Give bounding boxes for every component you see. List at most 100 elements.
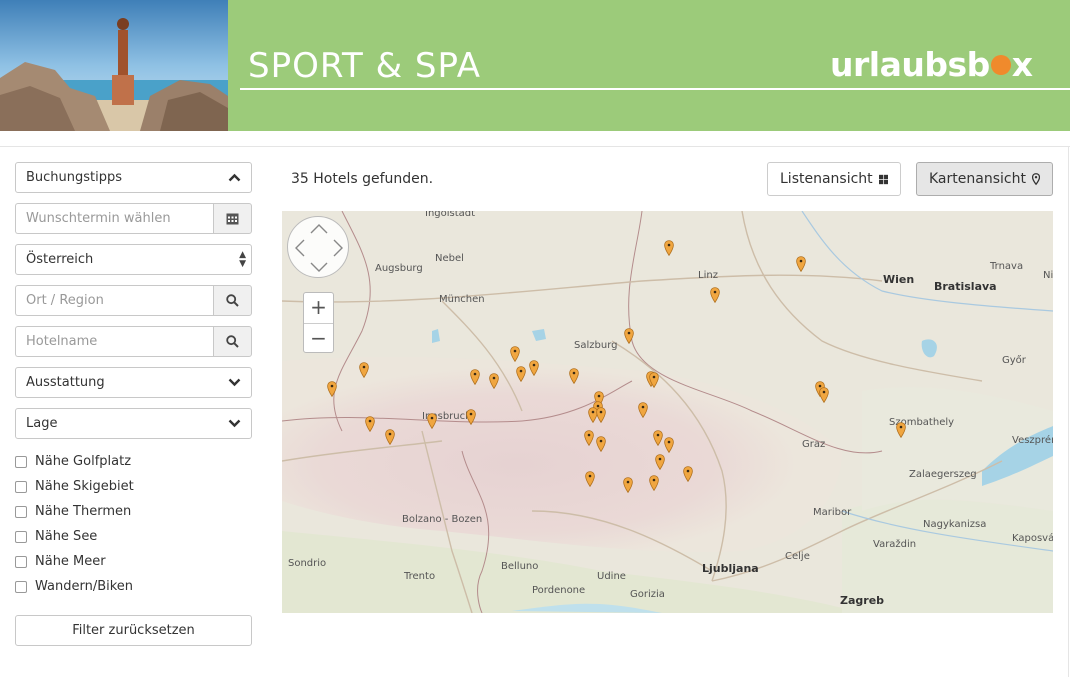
checkbox[interactable]: [15, 455, 27, 468]
map-label: Ingolstadt: [425, 211, 476, 219]
checkbox-thermal[interactable]: Nähe Thermen: [15, 499, 252, 524]
region-search-group: Ort / Region: [15, 285, 252, 316]
map-label: Ljubljana: [702, 562, 759, 575]
grid-icon: [878, 174, 888, 184]
hotel-map-marker-icon[interactable]: [427, 413, 437, 429]
map-zoom-control: + −: [303, 292, 334, 353]
map-label: Maribor: [813, 507, 852, 518]
urlaubsbox-logo[interactable]: urlaubsb x: [830, 45, 1033, 84]
map-label: Augsburg: [375, 263, 423, 274]
map-label: Gorizia: [630, 589, 665, 600]
hotel-map-marker-icon[interactable]: [896, 422, 906, 438]
map-pan-control[interactable]: [287, 216, 349, 278]
map-label: Zagreb: [840, 594, 885, 607]
region-search-button[interactable]: [213, 285, 252, 316]
hotel-map-marker-icon[interactable]: [470, 369, 480, 385]
hotel-map-marker-icon[interactable]: [623, 477, 633, 493]
map-view-label: Kartenansicht: [929, 171, 1026, 187]
hotel-map-marker-icon[interactable]: [819, 387, 829, 403]
checkbox-label: Nähe See: [35, 529, 98, 544]
hotel-map-marker-icon[interactable]: [655, 454, 665, 470]
hotel-map-marker-icon[interactable]: [327, 381, 337, 397]
select-arrows-icon: ▲ ▼: [239, 249, 246, 269]
checkbox[interactable]: [15, 480, 27, 493]
pan-up-icon: [310, 224, 328, 234]
region-input[interactable]: Ort / Region: [15, 285, 213, 316]
checkbox-label: Nähe Thermen: [35, 504, 132, 519]
map-label: Ni: [1043, 270, 1053, 281]
hotel-map-marker-icon[interactable]: [529, 360, 539, 376]
hotel-map-marker-icon[interactable]: [649, 475, 659, 491]
site-title: SPORT & SPA: [248, 46, 482, 86]
calendar-button[interactable]: [213, 203, 252, 234]
checkbox-hiking[interactable]: Wandern/Biken: [15, 574, 252, 599]
hotel-map-marker-icon[interactable]: [584, 430, 594, 446]
country-select[interactable]: Österreich ▲ ▼: [15, 244, 252, 275]
booking-tips-dropdown[interactable]: Buchungstipps: [15, 162, 252, 193]
date-input[interactable]: Wunschtermin wählen: [15, 203, 213, 234]
pan-left-icon: [295, 239, 305, 257]
chevron-down-icon: [228, 368, 241, 397]
checkbox-sea[interactable]: Nähe Meer: [15, 549, 252, 574]
hotel-map-marker-icon[interactable]: [365, 416, 375, 432]
map-label: Nebel: [435, 253, 464, 264]
checkbox-label: Nähe Meer: [35, 554, 106, 569]
zoom-in-button[interactable]: +: [304, 293, 333, 323]
reset-filters-button[interactable]: Filter zurücksetzen: [15, 615, 252, 646]
checkbox-lake[interactable]: Nähe See: [15, 524, 252, 549]
logo-text-end: x: [1011, 45, 1033, 84]
hotel-map-marker-icon[interactable]: [664, 437, 674, 453]
checkbox[interactable]: [15, 580, 27, 593]
map-label: Nagykanizsa: [923, 519, 987, 530]
hotel-map-marker-icon[interactable]: [664, 240, 674, 256]
hotel-map-marker-icon[interactable]: [510, 346, 520, 362]
map-label: Zalaegerszeg: [909, 469, 977, 480]
hotel-map-marker-icon[interactable]: [710, 287, 720, 303]
search-icon: [226, 294, 239, 307]
checkbox-ski[interactable]: Nähe Skigebiet: [15, 474, 252, 499]
header-photo-beach-yoga: [0, 0, 228, 131]
hotel-map-marker-icon[interactable]: [624, 328, 634, 344]
map-marker-icon: [1031, 173, 1040, 186]
hotel-map-marker-icon[interactable]: [585, 471, 595, 487]
hotel-map-marker-icon[interactable]: [638, 402, 648, 418]
filter-sidebar: Buchungstipps Wunschtermin wählen Österr…: [15, 162, 252, 646]
hotel-map-marker-icon[interactable]: [596, 407, 606, 423]
list-view-button[interactable]: Listenansicht: [767, 162, 901, 196]
amenities-label: Ausstattung: [26, 375, 105, 390]
map-label: Pordenone: [532, 585, 586, 596]
hotel-name-input[interactable]: Hotelname: [15, 326, 213, 357]
map-label: Veszprém: [1012, 435, 1053, 446]
map-label: Kaposvár: [1012, 533, 1053, 544]
zoom-out-button[interactable]: −: [304, 323, 333, 353]
checkbox[interactable]: [15, 530, 27, 543]
hotel-map-marker-icon[interactable]: [385, 429, 395, 445]
checkbox-golf[interactable]: Nähe Golfplatz: [15, 449, 252, 474]
hotel-map-marker-icon[interactable]: [516, 366, 526, 382]
map-label: Graz: [802, 439, 826, 450]
hotel-map[interactable]: Ingolstadt Augsburg Nebel München Linz W…: [282, 211, 1053, 613]
hotel-map-marker-icon[interactable]: [466, 409, 476, 425]
map-label: Salzburg: [574, 340, 618, 351]
location-checkbox-list: Nähe Golfplatz Nähe Skigebiet Nähe Therm…: [15, 449, 252, 599]
hotel-map-marker-icon[interactable]: [683, 466, 693, 482]
map-label: Celje: [785, 551, 810, 562]
hotel-map-marker-icon[interactable]: [649, 372, 659, 388]
checkbox[interactable]: [15, 505, 27, 518]
hotel-map-marker-icon[interactable]: [489, 373, 499, 389]
map-label: Belluno: [501, 561, 539, 572]
hotel-map-marker-icon[interactable]: [596, 436, 606, 452]
hotel-map-marker-icon[interactable]: [796, 256, 806, 272]
country-value: Österreich: [26, 252, 94, 267]
logo-dot: [990, 55, 1011, 75]
booking-tips-label: Buchungstipps: [26, 170, 123, 185]
hotel-map-marker-icon[interactable]: [359, 362, 369, 378]
hotel-map-marker-icon[interactable]: [569, 368, 579, 384]
checkbox[interactable]: [15, 555, 27, 568]
hotel-map-marker-icon[interactable]: [653, 430, 663, 446]
location-dropdown[interactable]: Lage: [15, 408, 252, 439]
amenities-dropdown[interactable]: Ausstattung: [15, 367, 252, 398]
hotel-search-button[interactable]: [213, 326, 252, 357]
map-label: Győr: [1002, 355, 1026, 366]
map-view-button[interactable]: Kartenansicht: [916, 162, 1053, 196]
